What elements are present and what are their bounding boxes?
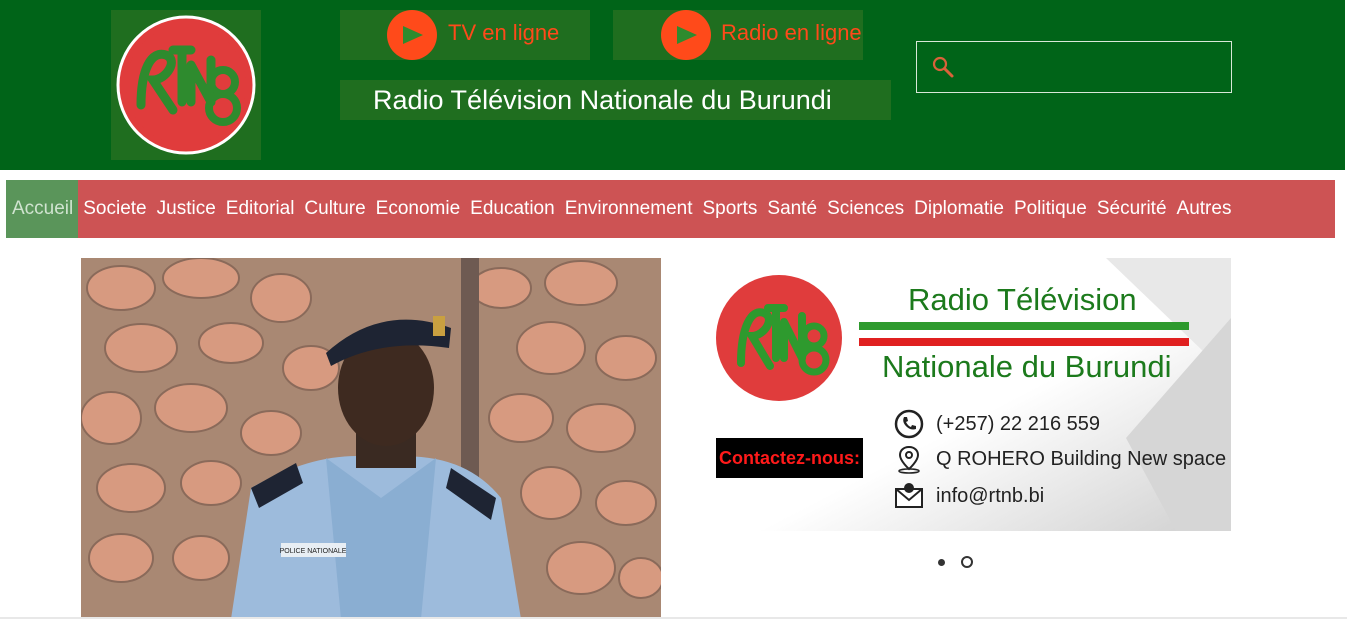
main-nav: Accueil Societe Justice Editorial Cultur… [6,180,1335,238]
nav-item-autres[interactable]: Autres [1172,180,1237,238]
location-pin-icon [898,445,920,474]
play-icon [387,10,437,60]
address-row: Q ROHERO Building New space [894,443,1226,475]
search-input[interactable] [961,50,1221,84]
nav-item-politique[interactable]: Politique [1009,180,1092,238]
contact-banner[interactable]: Radio Télévision Nationale du Burundi Co… [706,258,1231,531]
rtnb-logo[interactable] [111,10,261,160]
nav-item-education[interactable]: Education [465,180,560,238]
nav-item-accueil[interactable]: Accueil [6,180,79,238]
search-box[interactable] [916,41,1232,93]
police-officer-photo: POLICE NATIONALE [81,258,661,619]
banner-title-line1: Radio Télévision [908,282,1137,317]
email-row: info@rtnb.bi [894,480,1044,512]
play-icon [661,10,711,60]
tv-live-button[interactable]: TV en ligne [340,10,590,60]
nav-item-culture[interactable]: Culture [299,180,370,238]
nav-item-editorial[interactable]: Editorial [221,180,300,238]
phone-row: (+257) 22 216 559 [894,408,1100,440]
phone-text: (+257) 22 216 559 [936,412,1101,435]
site-title: Radio Télévision Nationale du Burundi [340,80,891,120]
email-text: info@rtnb.bi [936,484,1045,507]
nav-item-justice[interactable]: Justice [152,180,221,238]
nav-item-societe[interactable]: Societe [78,180,151,238]
rtnb-logo-image [116,15,256,155]
radio-live-label: Radio en ligne [721,20,862,45]
tv-live-label: TV en ligne [448,20,560,45]
nav-item-economie[interactable]: Economie [371,180,466,238]
banner-title-line2: Nationale du Burundi [882,349,1172,384]
phone-icon [894,409,924,439]
nav-item-diplomatie[interactable]: Diplomatie [909,180,1009,238]
radio-live-button[interactable]: Radio en ligne [613,10,863,60]
police-badge-text: POLICE NATIONALE [280,548,347,555]
nav-item-sciences[interactable]: Sciences [822,180,909,238]
featured-news-image[interactable]: POLICE NATIONALE [81,258,661,619]
slider-pagination [936,556,973,568]
site-header: TV en ligne Radio en ligne Radio Télévis… [0,0,1345,170]
nav-item-environnement[interactable]: Environnement [560,180,698,238]
slide-dot-2[interactable] [961,556,973,568]
nav-item-securite[interactable]: Sécurité [1092,180,1172,238]
slide-dot-1[interactable] [938,558,945,566]
nav-item-sports[interactable]: Sports [697,180,762,238]
address-text: Q ROHERO Building New space [936,447,1227,470]
contact-label: Contactez-nous: [716,438,863,478]
nav-item-sante[interactable]: Santé [762,180,822,238]
envelope-icon [895,483,923,508]
search-icon [932,56,954,78]
